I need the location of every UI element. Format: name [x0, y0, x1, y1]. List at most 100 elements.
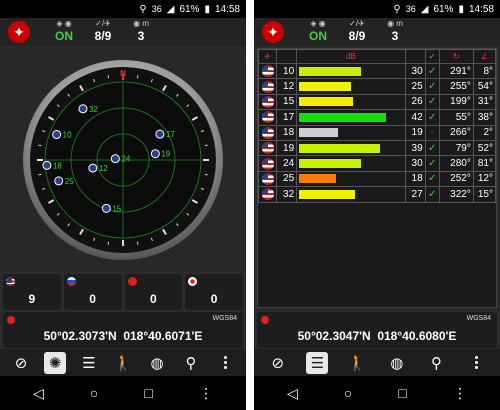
- snr-bar-cell: [296, 109, 406, 126]
- accuracy: ◉ m 3: [384, 19, 406, 43]
- elevation-cell: 81°: [472, 155, 497, 172]
- table-row[interactable]: 19 39 ✓ 79° 52°: [257, 139, 497, 157]
- satellite-marker[interactable]: 12: [88, 163, 108, 173]
- table-row[interactable]: 12 25 ✓ 255° 54°: [257, 78, 497, 95]
- accuracy: ◉ m 3: [130, 19, 152, 43]
- coordinates-text: 50°02.3073'N 018°40.6071'E: [3, 329, 243, 343]
- walk-icon[interactable]: 🚶: [112, 352, 134, 374]
- table-row[interactable]: 32 27 ✓ 322° 15°: [257, 186, 497, 203]
- qzss-card[interactable]: 0: [185, 274, 243, 310]
- coordinates-text: 50°02.3047'N 018°40.6080'E: [257, 329, 497, 343]
- back-icon[interactable]: ◁: [287, 385, 298, 402]
- compass-tick: [136, 75, 139, 79]
- back-icon[interactable]: ◁: [33, 385, 44, 402]
- constellation-cards: 9 0 0 0: [3, 274, 243, 310]
- table-row[interactable]: 25 18 ✓ 252° 12°: [257, 170, 497, 188]
- snr-bar: [299, 143, 380, 153]
- clock: 14:58: [214, 3, 240, 15]
- signal-icon: ◢: [420, 3, 429, 15]
- beidou-card[interactable]: 0: [124, 274, 183, 310]
- satellite-marker[interactable]: 10: [52, 130, 72, 140]
- globe-icon[interactable]: ◍: [146, 352, 168, 374]
- left-screen: ⚲ 36 ◢ 61% ▮ 14:58 ✦ ◈ ◉ ON ✓/✈ 8/9 ◉ m …: [0, 0, 246, 410]
- azimuth-cell: 280°: [438, 155, 474, 172]
- accuracy-icon: ◉ m: [387, 19, 403, 28]
- compass-tick: [107, 241, 110, 245]
- walk-icon[interactable]: 🚶: [346, 352, 368, 374]
- azimuth-cell: 322°: [438, 186, 474, 203]
- snr-bar: [299, 97, 353, 107]
- recents-icon[interactable]: □: [144, 385, 152, 401]
- overflow-icon[interactable]: ⋮: [199, 385, 213, 402]
- satellite-marker[interactable]: 24: [110, 154, 131, 164]
- recents-icon[interactable]: □: [398, 385, 406, 401]
- table-header-row: ✈ dB ✓ ↻ ∠: [257, 49, 497, 64]
- ru-flag-icon: [66, 277, 76, 286]
- datum-label: WGS84: [212, 315, 237, 322]
- used-check: ✓: [424, 62, 440, 80]
- used-check-icon[interactable]: ✓: [424, 49, 440, 64]
- battery-level: 61%: [179, 3, 200, 15]
- prn-cell: 18: [276, 124, 298, 141]
- table-row[interactable]: 18 19-266° 2°: [257, 124, 497, 141]
- sat-used-icon: ✓/✈: [349, 19, 365, 28]
- app-logo-icon[interactable]: ✦: [262, 21, 284, 43]
- flag-cell: [257, 186, 278, 203]
- overflow-icon[interactable]: ⋮: [453, 385, 467, 402]
- satellite-marker[interactable]: 15: [101, 203, 122, 213]
- us-flag-icon: [42, 160, 52, 170]
- android-nav-bar: ◁ ○ □ ⋮: [0, 376, 246, 410]
- compass-icon[interactable]: ⊘: [267, 352, 289, 374]
- bars-icon[interactable]: ☰: [306, 351, 329, 374]
- satellite-marker[interactable]: 32: [78, 104, 98, 114]
- location-pin-icon[interactable]: ⚲: [180, 352, 202, 374]
- home-icon[interactable]: ○: [90, 385, 98, 401]
- screen-divider: [246, 0, 254, 410]
- table-row[interactable]: 10 30 ✓ 291° 8°: [257, 62, 497, 80]
- satellite-marker[interactable]: 25: [54, 176, 74, 186]
- app-logo-icon[interactable]: ✦: [8, 21, 30, 43]
- glonass-card[interactable]: 0: [63, 274, 122, 310]
- snr-bar-cell: [296, 170, 406, 188]
- globe-icon[interactable]: ◍: [386, 352, 408, 374]
- location-pin-icon[interactable]: ⚲: [425, 352, 447, 374]
- us-flag-icon: [261, 95, 274, 108]
- latitude: 50°02.3073'N: [43, 329, 117, 343]
- compass-icon[interactable]: ⊘: [10, 352, 32, 374]
- satellite-icon[interactable]: ✈: [257, 49, 278, 64]
- bars-icon[interactable]: ☰: [78, 352, 100, 374]
- signal-label: 36: [151, 4, 162, 14]
- snr-bar-cell: [296, 124, 406, 141]
- us-flag-icon: [155, 129, 165, 139]
- azimuth-icon[interactable]: ↻: [438, 49, 474, 64]
- satellite-prn: 19: [161, 150, 170, 159]
- signal-icon: ◢: [166, 3, 175, 15]
- us-flag-icon: [110, 154, 120, 164]
- coordinates-panel[interactable]: WGS84 50°02.3073'N 018°40.6071'E: [3, 312, 243, 348]
- prn-header[interactable]: [276, 49, 298, 64]
- table-row[interactable]: 17 42 ✓ 55° 38°: [257, 109, 497, 126]
- home-icon[interactable]: ○: [344, 385, 352, 401]
- elevation-icon[interactable]: ∠: [472, 49, 497, 64]
- app-header: ✦ ◈ ◉ ON ✓/✈ 8/9 ◉ m 3: [0, 18, 246, 46]
- satellite-table: ✈ dB ✓ ↻ ∠ 10 30 ✓ 291° 8° 12 25 ✓ 255° 54° 15 26 ✓ 1…: [257, 48, 497, 308]
- snr-value-header[interactable]: [404, 49, 426, 64]
- compass-tick: [107, 75, 110, 79]
- menu-icon[interactable]: [214, 352, 236, 374]
- menu-icon[interactable]: [465, 352, 487, 374]
- flag-cell: [257, 124, 278, 141]
- satellite-marker[interactable]: 18: [42, 160, 62, 170]
- longitude: 018°40.6071'E: [123, 329, 203, 343]
- used-check: ✓: [424, 78, 440, 95]
- flag-cell: [257, 78, 278, 95]
- snr-header[interactable]: dB: [296, 49, 406, 64]
- satellite-marker[interactable]: 17: [155, 129, 175, 139]
- table-row[interactable]: 24 30 ✓ 280° 81°: [257, 155, 497, 172]
- compass-tick: [204, 173, 208, 176]
- snr-bar: [299, 112, 387, 122]
- satellite-marker[interactable]: 19: [150, 149, 171, 159]
- table-row[interactable]: 15 26 ✓ 199° 31°: [257, 93, 497, 111]
- radar-icon[interactable]: ✺: [44, 351, 66, 374]
- gps-card[interactable]: 9: [3, 274, 61, 310]
- coordinates-panel[interactable]: WGS84 50°02.3047'N 018°40.6080'E: [257, 312, 497, 348]
